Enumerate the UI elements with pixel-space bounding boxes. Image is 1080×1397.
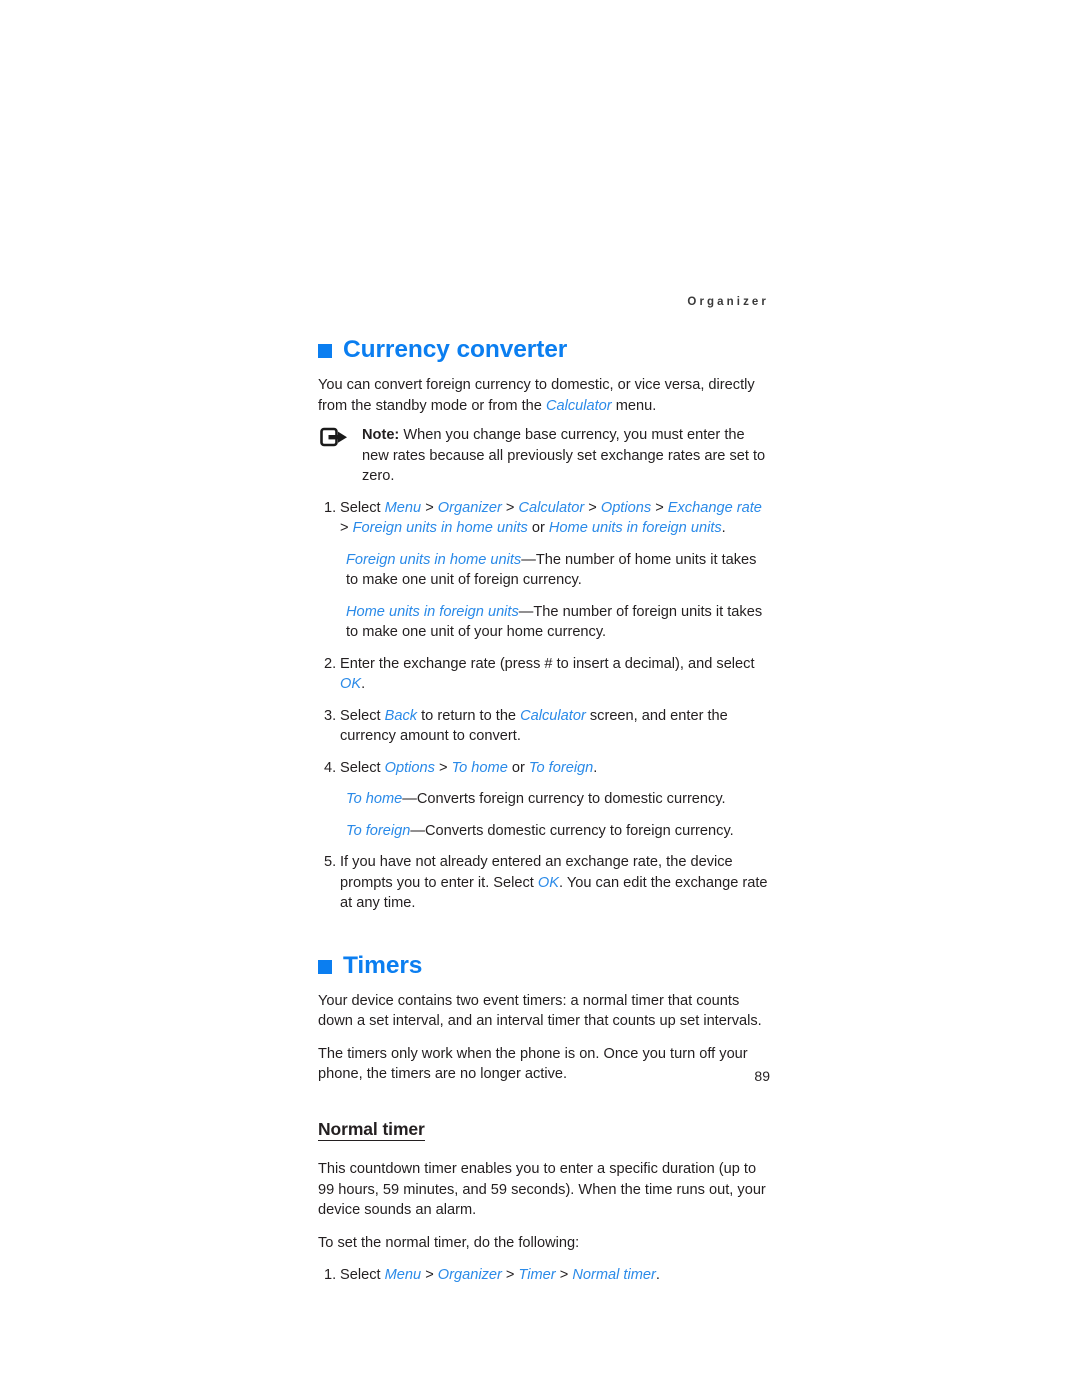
link-menu: Menu [384,499,422,516]
intro-paragraph: You can convert foreign currency to dome… [318,375,770,416]
page-content: Organizer Currency converter You can con… [318,296,770,1297]
list-item: 4. Select Options > To home or To foreig… [318,758,770,779]
subsection-heading-wrap: Normal timer [318,1097,770,1150]
square-bullet-icon [318,344,332,358]
link-normal-timer: Normal timer [572,1267,656,1283]
definition-term: To foreign [346,822,411,839]
nt-step-tail: . [655,1267,660,1283]
link-exchange-rate: Exchange rate [667,499,762,516]
section-heading-timers: Timers [318,952,770,980]
definition-term: Foreign units in home units [346,551,522,568]
definition-foreign-units: Foreign units in home units—The number o… [318,550,770,591]
step2-lead: Enter the exchange rate (press # to inse… [340,655,755,672]
link-timer: Timer [518,1267,556,1283]
link-menu: Menu [384,1267,422,1283]
note-body: When you change base currency, you must … [362,427,766,484]
list-text: If you have not already entered an excha… [340,852,770,914]
link-foreign-units-in-home-units: Foreign units in home units [352,520,528,536]
step1-tail: . [721,520,726,536]
normal-timer-paragraph-1: This countdown timer enables you to ente… [318,1161,766,1218]
note-text: Note: When you change base currency, you… [360,425,770,487]
list-text: Select Menu > Organizer > Calculator > O… [340,499,762,537]
section-heading-currency-converter: Currency converter [318,336,770,364]
step3-mid: to return to the [417,707,521,724]
intro-link-calculator: Calculator [545,397,612,414]
note-label: Note: [362,427,400,443]
link-to-home: To home [451,759,508,776]
note-arrow-icon [320,427,350,449]
currency-steps: 1. Select Menu > Organizer > Calculator … [318,498,770,539]
definition-desc: —Converts domestic currency to foreign c… [410,822,734,839]
link-ok: OK [537,874,560,891]
step3-lead: Select [340,707,385,724]
list-number: 1. [324,1267,337,1283]
note-block: Note: When you change base currency, you… [318,425,770,487]
subsection-heading-normal-timer: Normal timer [318,1120,425,1141]
link-to-foreign: To foreign [528,759,594,776]
list-number: 5. [324,854,337,870]
step4-lead: Select [340,759,385,776]
definition-term: Home units in foreign units [346,603,519,620]
link-ok: OK [340,676,362,692]
timers-paragraph-1: Your device contains two event timers: a… [318,992,762,1030]
definition-desc: —Converts foreign currency to domestic c… [402,791,726,807]
manual-page: Organizer Currency converter You can con… [0,0,1080,1397]
nt-step-lead: Select [340,1267,385,1283]
normal-timer-paragraph-2: To set the normal timer, do the followin… [318,1234,580,1251]
page-number: 89 [754,1068,770,1084]
list-text: Select Options > To home or To foreign. [340,759,598,776]
intro-lead: You can convert foreign currency to dome… [318,377,755,414]
link-back: Back [384,707,418,724]
square-bullet-icon [318,959,332,974]
link-options: Options [600,499,652,516]
list-item: 3. Select Back to return to the Calculat… [318,706,770,747]
link-calculator: Calculator [520,707,586,724]
section-heading-text: Currency converter [343,336,568,363]
list-item: 2. Enter the exchange rate (press # to i… [318,654,770,695]
definition-to-home: To home—Converts foreign currency to dom… [318,789,770,810]
step1-mid: or [527,520,549,536]
step4-mid: or [507,759,529,776]
step4-tail: . [593,759,598,776]
list-number: 1. [324,499,337,516]
link-organizer: Organizer [437,1267,502,1283]
link-organizer: Organizer [437,499,502,516]
link-options: Options [384,759,435,776]
link-calculator: Calculator [518,499,585,516]
list-item: 1. Select Menu > Organizer > Calculator … [318,498,770,539]
list-text: Select Menu > Organizer > Timer > Normal… [340,1267,660,1283]
list-item: 1. Select Menu > Organizer > Timer > Nor… [318,1265,770,1286]
list-number: 4. [324,759,337,776]
intro-tail: menu. [611,397,657,414]
list-item: 5. If you have not already entered an ex… [318,852,770,914]
definition-to-foreign: To foreign—Converts domestic currency to… [318,821,770,842]
section-heading-text: Timers [343,951,423,979]
list-number: 2. [324,655,337,672]
list-text: Enter the exchange rate (press # to inse… [340,654,770,695]
definition-home-units: Home units in foreign units—The number o… [318,602,770,643]
link-home-units-in-foreign-units: Home units in foreign units [548,520,722,536]
running-header: Organizer [687,296,769,308]
list-text: Select Back to return to the Calculator … [340,706,770,747]
step1-lead: Select [340,499,385,516]
step2-tail: . [361,676,366,692]
definition-term: To home [346,791,403,807]
list-number: 3. [324,707,337,724]
